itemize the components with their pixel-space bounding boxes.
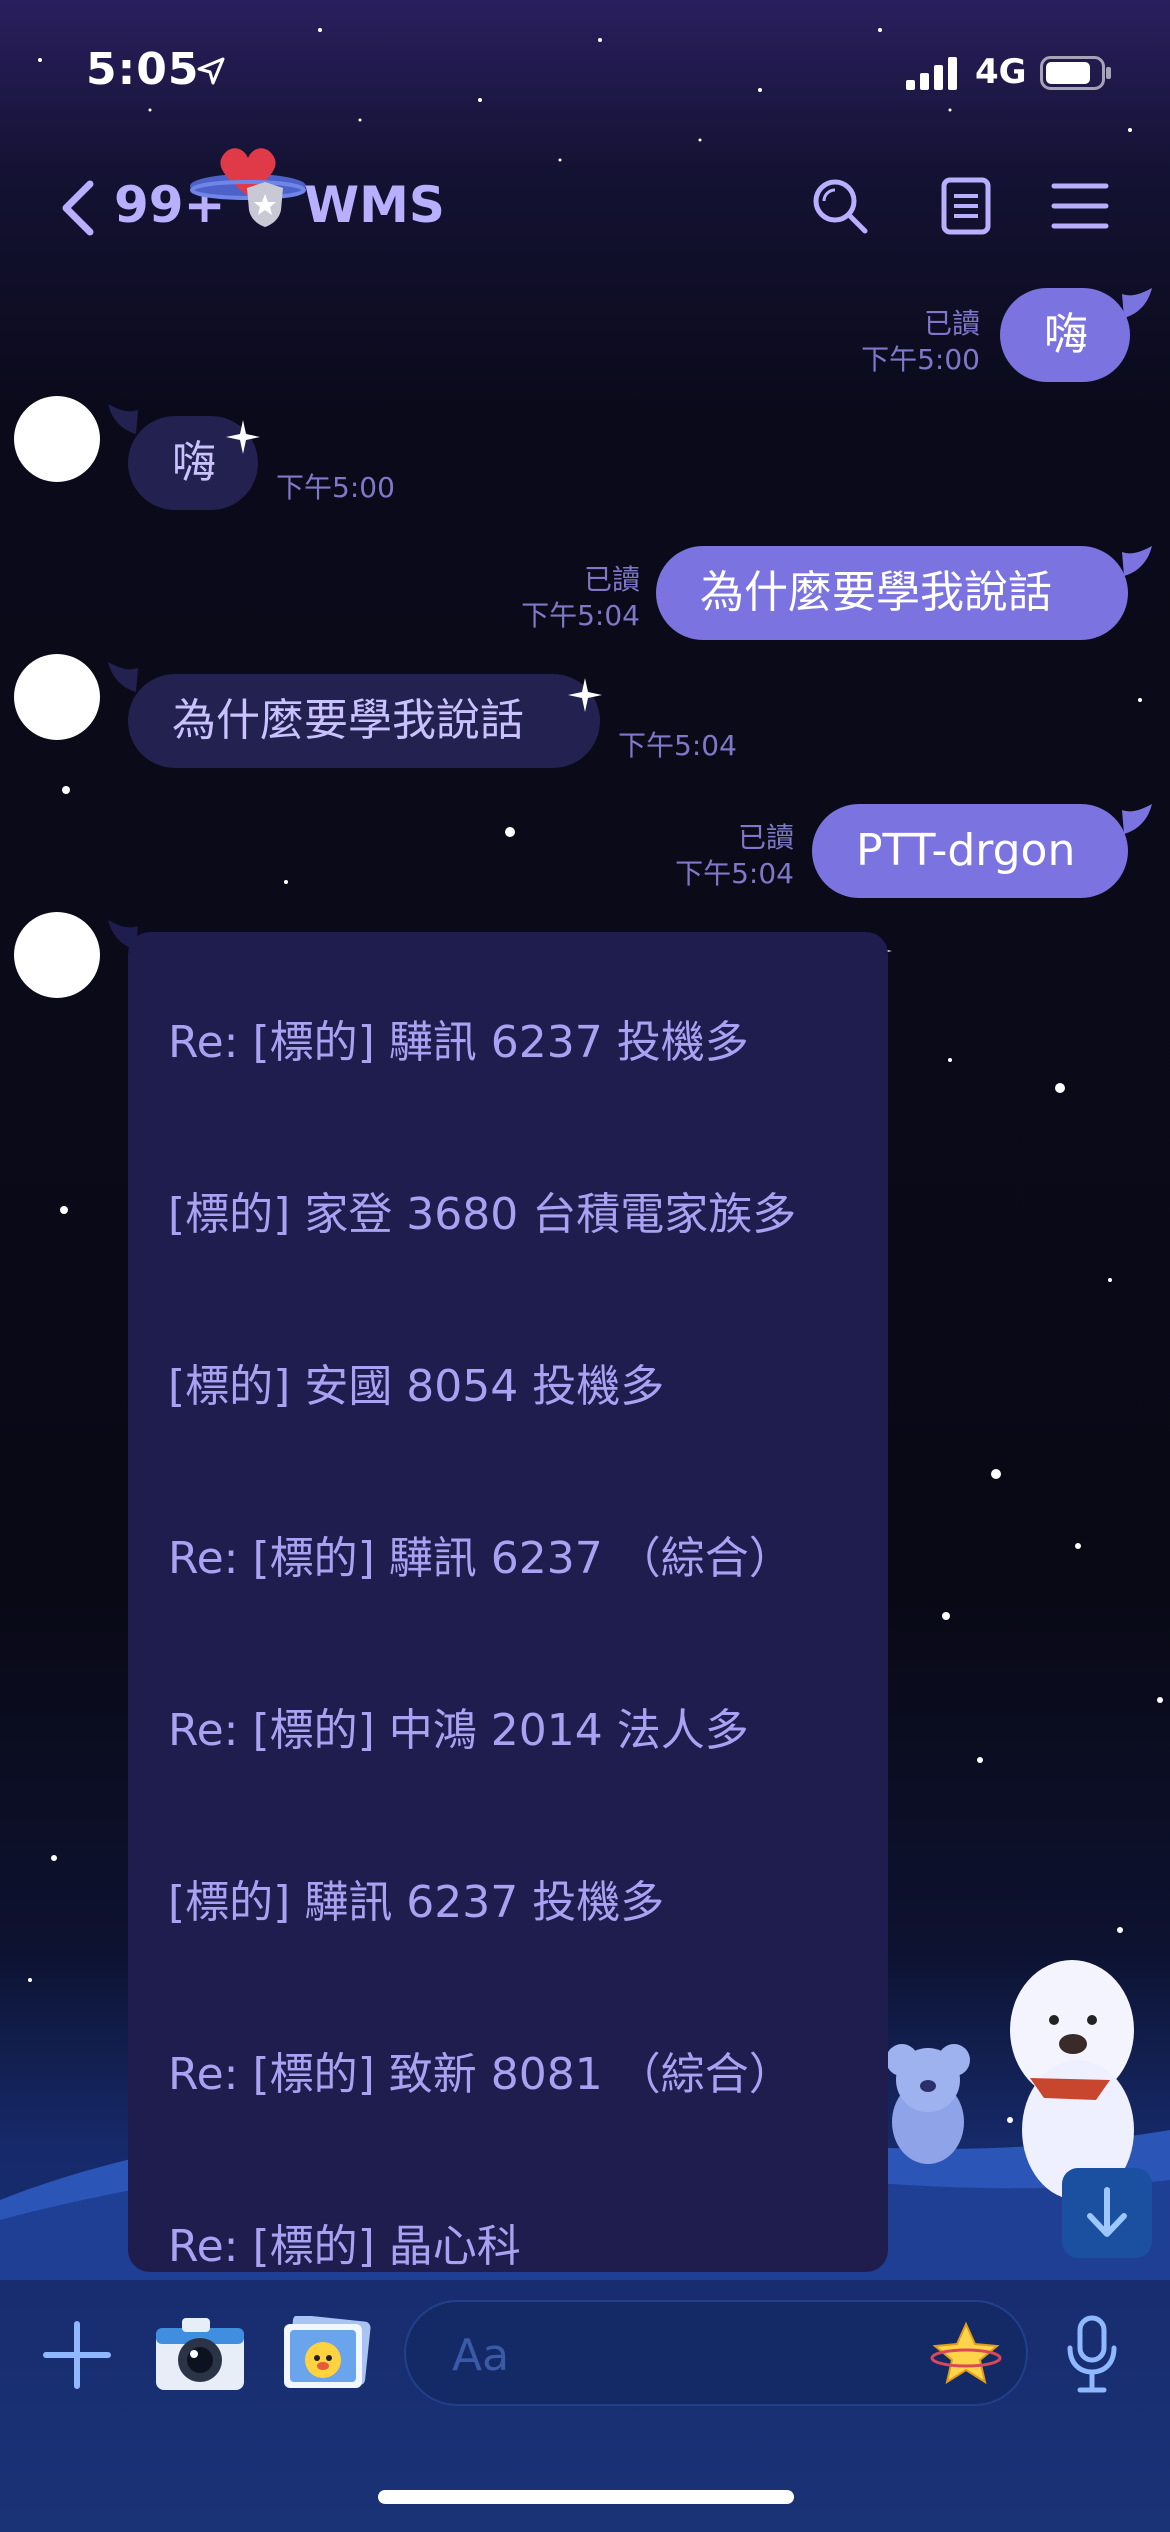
bubble-tail xyxy=(108,404,138,434)
list-item[interactable]: [標的] 安國 8054 投機多 xyxy=(168,1350,664,1414)
chat-title[interactable]: WMS xyxy=(304,176,445,234)
microphone-icon[interactable] xyxy=(1064,2314,1120,2394)
list-item[interactable]: Re: [標的] 致新 8081 （綜合） xyxy=(168,2038,793,2102)
message-time: 下午5:00 xyxy=(276,471,395,504)
message-time: 下午5:04 xyxy=(521,599,640,632)
bubble-tail xyxy=(108,662,138,692)
outgoing-message-bubble[interactable]: PTT-drgon xyxy=(812,804,1128,898)
arrow-down-icon xyxy=(1087,2187,1127,2237)
sparkle-icon xyxy=(568,678,602,712)
list-item[interactable]: [標的] 驊訊 6237 投機多 xyxy=(168,1866,664,1930)
list-item[interactable]: Re: [標的] 中鴻 2014 法人多 xyxy=(168,1694,749,1758)
bubble-tail xyxy=(1122,804,1152,834)
outgoing-message-bubble[interactable]: 嗨 xyxy=(1000,288,1130,382)
battery-icon xyxy=(1040,56,1111,90)
avatar[interactable] xyxy=(14,654,100,740)
outgoing-message-bubble[interactable]: 為什麼要學我說話 xyxy=(656,546,1128,640)
plus-icon[interactable] xyxy=(42,2320,112,2390)
read-receipt: 已讀 xyxy=(923,307,980,340)
link-list-message-bubble[interactable]: Re: [標的] 驊訊 6237 投機多 [標的] 家登 3680 台積電家族多… xyxy=(128,932,888,2272)
photo-album-icon[interactable] xyxy=(280,2316,372,2392)
sparkle-icon xyxy=(226,420,260,454)
menu-icon[interactable] xyxy=(1050,176,1110,236)
message-time: 下午5:04 xyxy=(618,729,737,762)
message-time: 下午5:00 xyxy=(861,343,980,376)
avatar[interactable] xyxy=(14,396,100,482)
message-time: 下午5:04 xyxy=(675,857,794,890)
list-item[interactable]: Re: [標的] 晶心科 xyxy=(168,2210,521,2272)
message-meta: 已讀 下午5:04 xyxy=(630,820,794,892)
message-meta: 已讀 下午5:04 xyxy=(470,562,640,634)
message-meta: 已讀 下午5:00 xyxy=(820,306,980,378)
list-item[interactable]: [標的] 家登 3680 台積電家族多 xyxy=(168,1178,796,1242)
avatar[interactable] xyxy=(14,912,100,998)
sticker-star-icon[interactable] xyxy=(930,2320,1002,2386)
bubble-tail xyxy=(1122,546,1152,576)
bubble-tail xyxy=(1122,288,1152,318)
network-type: 4G xyxy=(975,52,1027,92)
read-receipt: 已讀 xyxy=(583,563,640,596)
shield-star-icon xyxy=(247,182,283,227)
list-item[interactable]: Re: [標的] 驊訊 6237 （綜合） xyxy=(168,1522,793,1586)
search-icon[interactable] xyxy=(810,176,870,236)
read-receipt: 已讀 xyxy=(737,821,794,854)
status-time: 5:05 xyxy=(86,44,200,95)
notes-icon[interactable] xyxy=(936,176,996,236)
scroll-to-bottom-button[interactable] xyxy=(1062,2168,1152,2258)
signal-strength-icon xyxy=(906,57,957,90)
list-item[interactable]: Re: [標的] 驊訊 6237 投機多 xyxy=(168,1006,749,1070)
camera-icon[interactable] xyxy=(152,2314,248,2394)
incoming-message-bubble[interactable]: 為什麼要學我說話 xyxy=(128,674,600,768)
back-chevron-icon[interactable] xyxy=(58,180,98,236)
home-indicator[interactable] xyxy=(378,2490,794,2504)
location-arrow-icon xyxy=(197,57,225,85)
message-input-placeholder: Aa xyxy=(452,2330,510,2381)
